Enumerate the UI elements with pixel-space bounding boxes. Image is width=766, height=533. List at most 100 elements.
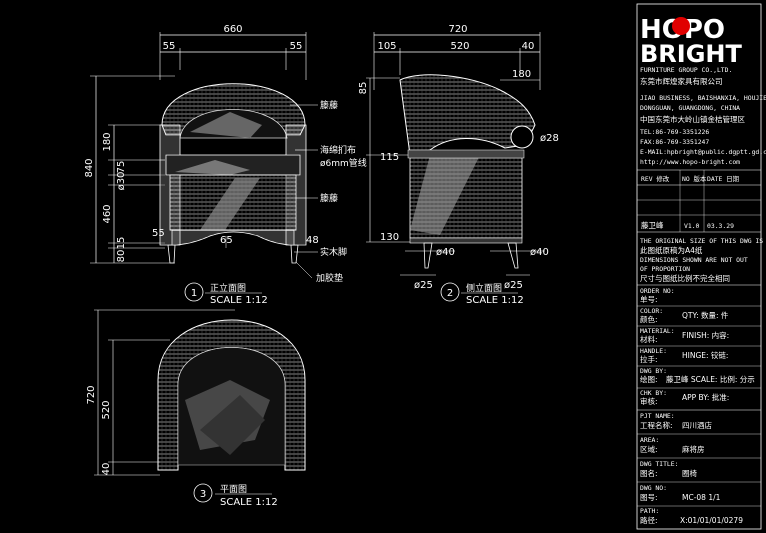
side-dim-dia40-left: ø40 xyxy=(436,247,455,258)
rev-header-no: NO 版本 xyxy=(682,174,707,183)
side-view-scale: SCALE 1:12 xyxy=(466,295,524,306)
plan-view-title: 平面图 xyxy=(220,484,247,495)
front-dim-width: 660 xyxy=(223,24,242,35)
field-dwgby-cn: 绘图: xyxy=(640,374,658,384)
side-dim-dia25-left: ø25 xyxy=(414,280,433,291)
field-chkby-en: CHK BY: xyxy=(640,389,667,397)
note-line-3: DIMENSIONS SHOWN ARE NOT OUT xyxy=(640,256,748,264)
rev-row-version: V1.0 xyxy=(684,222,700,230)
field-dwgby-value: 藤卫峰 SCALE: 比例: 分示 xyxy=(666,374,755,384)
side-view-title: 侧立面图 xyxy=(466,282,502,294)
field-material-en: MATERIAL: xyxy=(640,327,675,335)
front-view-number: 1 xyxy=(191,288,197,299)
field-area-en: AREA: xyxy=(640,436,659,444)
note-line-4: OF PROPORTION xyxy=(640,265,690,273)
address-fax: FAX:86-769-3351247 xyxy=(640,138,709,146)
note-line-2: 此图纸原稿为A4纸 xyxy=(640,245,703,255)
field-material-value: FINISH: 内容: xyxy=(682,330,729,340)
side-dim-85: 85 xyxy=(358,82,369,95)
address-email: E-MAIL:hpbright@public.dgptt.gd.cn xyxy=(640,148,766,156)
field-dwgno-value: MC-08 1/1 xyxy=(682,493,721,502)
front-dim-left-arm: 55 xyxy=(163,41,176,52)
field-dwgby-en: DWG BY: xyxy=(640,367,667,375)
rev-header-rev: REV 修改 xyxy=(641,174,670,183)
plan-view-scale: SCALE 1:12 xyxy=(220,497,278,508)
front-dim-height: 840 xyxy=(84,158,95,177)
front-dim-dia30: ø30 xyxy=(116,172,127,191)
field-dwgno-cn: 图号: xyxy=(640,493,658,502)
address-line-2: DONGGUAN, GUANGDONG, CHINA xyxy=(640,104,740,112)
field-chkby-value: APP BY: 批准: xyxy=(682,392,729,402)
front-dim-seat: 460 xyxy=(102,204,113,223)
plan-view: 720 520 40 3 平面图 SCALE 1:12 xyxy=(86,309,306,508)
side-dim-130: 130 xyxy=(380,232,399,243)
address-line-1: JIAO BUSINESS, BAISHANXIA, HOUJIE xyxy=(640,94,766,102)
rev-header-date: DATE 日期 xyxy=(707,175,739,183)
note-line-5: 尺寸与图纸比例不完全相同 xyxy=(640,273,730,283)
field-area-value: 麻将房 xyxy=(682,444,705,454)
field-project-value: 四川酒店 xyxy=(682,420,712,430)
note-line-1: THE ORIGINAL SIZE OF THIS DWG IS A4 xyxy=(640,237,766,245)
plan-dim-40: 40 xyxy=(101,463,112,476)
field-title-value: 圈椅 xyxy=(682,468,697,478)
field-path-cn: 路径: xyxy=(640,515,658,525)
address-line-3: 中国东莞市大岭山镇金桔管理区 xyxy=(640,114,745,124)
rev-row-date: 03.3.29 xyxy=(707,222,734,230)
field-title-en: DWG TITLE: xyxy=(640,460,678,468)
side-dim-180: 180 xyxy=(512,69,531,80)
logo-bright: BRIGHT xyxy=(640,40,742,68)
side-view: 720 105 520 40 180 85 115 130 ø28 ø40 ø4… xyxy=(358,24,559,306)
front-dim-15: 15 xyxy=(116,237,127,250)
side-dim-40: 40 xyxy=(522,41,535,52)
side-dim-115: 115 xyxy=(380,152,399,163)
rev-row-author: 藤卫峰 xyxy=(641,220,664,230)
plan-view-number: 3 xyxy=(200,489,206,500)
company-name-cn: 东莞市辉煌家具有限公司 xyxy=(640,76,723,86)
address-web: http://www.hopo-bright.com xyxy=(640,158,740,166)
field-handle-en: HANDLE: xyxy=(640,347,667,355)
side-dim-dia28: ø28 xyxy=(540,133,559,144)
field-material-cn: 材料: xyxy=(640,334,658,344)
front-view-scale: SCALE 1:12 xyxy=(210,295,268,306)
plan-dim-720: 720 xyxy=(86,385,97,404)
front-dim-75: 75 xyxy=(116,161,127,174)
side-dim-dia40-right: ø40 xyxy=(530,247,549,258)
front-callout-rubber-pad: 加胶垫 xyxy=(316,272,343,284)
front-callout-pipe: ø6mm管线 xyxy=(320,157,367,169)
field-handle-cn: 拉手: xyxy=(640,354,658,364)
field-project-en: PJT NAME: xyxy=(640,412,675,420)
field-title-cn: 图名: xyxy=(640,468,658,478)
front-dim-55: 55 xyxy=(152,228,165,239)
field-order-cn: 单号: xyxy=(640,294,658,304)
address-tel: TEL:86-769-3351226 xyxy=(640,128,709,136)
field-path-value: X:01/01/01/0279 xyxy=(680,516,743,525)
logo-subtitle: FURNITURE GROUP CO.,LTD. xyxy=(640,66,732,74)
field-area-cn: 区域: xyxy=(640,444,658,454)
field-color-en: COLOR: xyxy=(640,307,663,315)
field-project-cn: 工程名称: xyxy=(640,420,673,430)
front-callout-rattan-top: 籐藤 xyxy=(320,99,338,111)
side-dim-dia25-right: ø25 xyxy=(504,280,523,291)
side-view-number: 2 xyxy=(447,288,453,299)
front-dim-65: 65 xyxy=(220,235,233,246)
field-path-en: PATH: xyxy=(640,507,659,515)
field-rows: ORDER NO: 单号: COLOR: 颜色: QTY: 数量: 件 MATE… xyxy=(637,284,761,525)
front-dim-leg: 80 xyxy=(116,250,127,263)
front-dim-right-arm: 55 xyxy=(290,41,303,52)
side-dim-depth: 720 xyxy=(448,24,467,35)
front-view-title: 正立面图 xyxy=(210,282,246,294)
field-order-en: ORDER NO: xyxy=(640,287,675,295)
field-chkby-cn: 审核: xyxy=(640,396,658,406)
front-callout-wood-leg: 实木脚 xyxy=(320,246,347,258)
front-callout-sponge: 海绵扪布 xyxy=(320,144,356,156)
logo-red-dot xyxy=(672,17,690,35)
title-block: HOPO BRIGHT FURNITURE GROUP CO.,LTD. 东莞市… xyxy=(636,3,766,530)
side-dim-105: 105 xyxy=(377,41,396,52)
plan-dim-520: 520 xyxy=(101,400,112,419)
field-color-value: QTY: 数量: 件 xyxy=(682,310,729,320)
front-dim-48: 48 xyxy=(306,235,319,246)
front-view: 660 55 55 840 180 75 ø30 460 15 80 55 65… xyxy=(84,24,367,306)
field-handle-value: HINGE: 铰链: xyxy=(682,350,728,360)
cad-drawing: 660 55 55 840 180 75 ø30 460 15 80 55 65… xyxy=(84,3,766,530)
side-dim-520: 520 xyxy=(450,41,469,52)
